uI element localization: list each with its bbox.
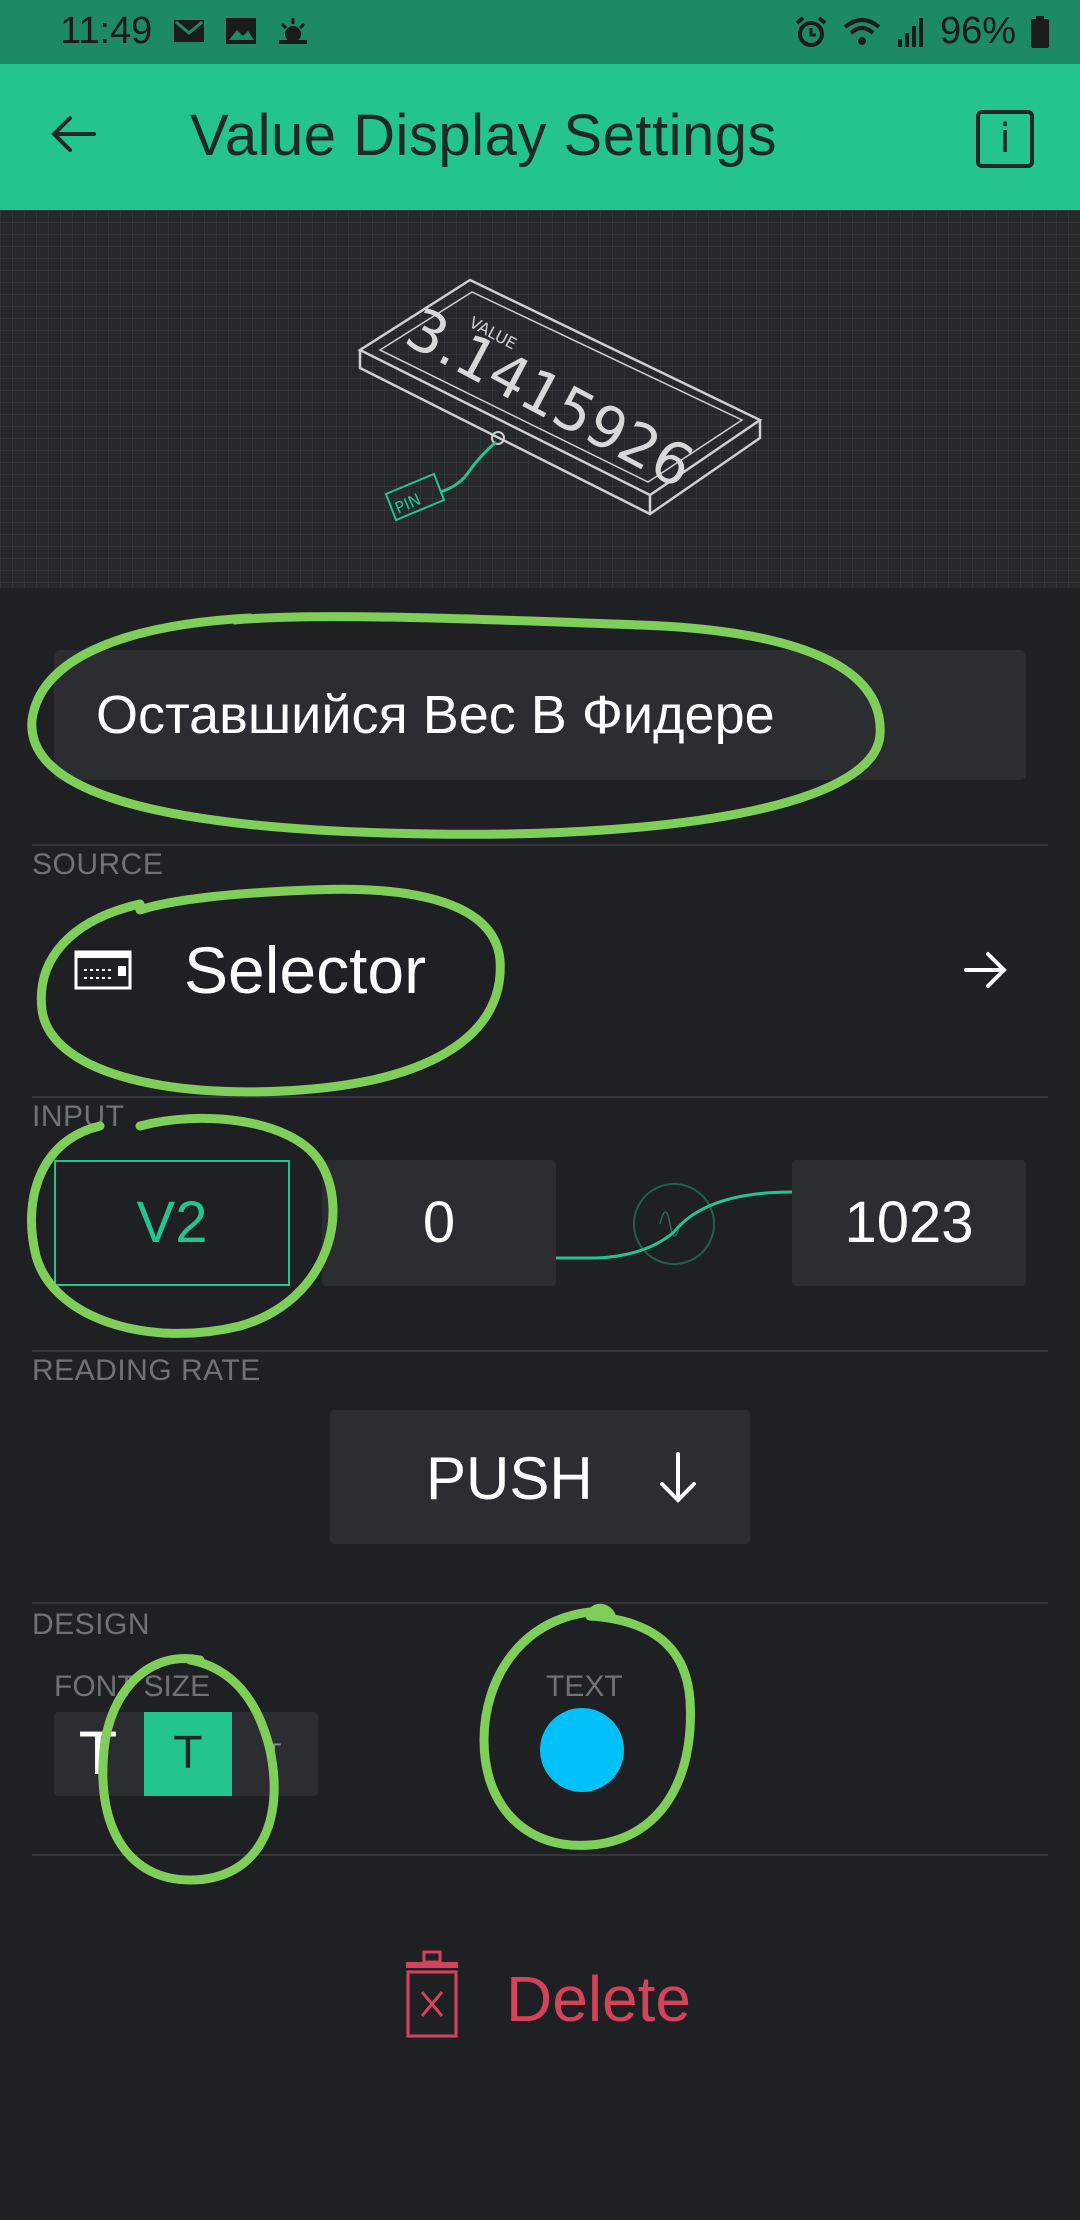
battery-icon xyxy=(1031,15,1049,48)
svg-text:3.1415926: 3.1415926 xyxy=(395,294,704,501)
widget-preview: VALUE 3.1415926 PIN xyxy=(0,210,1080,588)
status-icons: 96% xyxy=(794,10,1050,53)
status-bar: 11:49 96% xyxy=(0,0,1080,64)
delete-button[interactable]: Delete xyxy=(400,1950,720,2070)
weather-icon xyxy=(279,18,307,44)
pin-selector[interactable]: V2 xyxy=(54,1160,290,1286)
divider xyxy=(32,1854,1048,1856)
alarm-icon xyxy=(795,15,827,47)
wifi-icon xyxy=(843,17,881,45)
font-size-medium[interactable]: T xyxy=(144,1712,232,1796)
arrow-right-icon[interactable] xyxy=(962,946,1010,994)
info-button[interactable]: i xyxy=(976,110,1034,168)
max-value-input[interactable]: 1023 xyxy=(792,1160,1026,1286)
arrow-down-icon xyxy=(660,1452,696,1503)
divider xyxy=(32,844,1048,846)
design-section-label: DESIGN xyxy=(32,1608,151,1641)
reading-rate-dropdown[interactable]: PUSH xyxy=(330,1410,750,1544)
divider xyxy=(32,1350,1048,1352)
min-value-input[interactable]: 0 xyxy=(322,1160,556,1286)
trash-icon xyxy=(406,1950,458,2038)
widget-name-input[interactable]: Оставшийся Вес В Фидере xyxy=(54,650,1026,780)
font-size-label: FONT SIZE xyxy=(54,1670,211,1703)
reading-rate-value: PUSH xyxy=(426,1445,593,1512)
mapping-curve-icon xyxy=(556,1183,792,1265)
source-selector[interactable]: Selector xyxy=(0,900,1080,1040)
divider xyxy=(32,1096,1048,1098)
text-color-label: TEXT xyxy=(546,1670,623,1703)
source-section-label: SOURCE xyxy=(32,848,164,881)
gallery-icon xyxy=(226,18,256,44)
svg-text:PIN: PIN xyxy=(392,490,424,518)
text-color-picker[interactable] xyxy=(540,1708,624,1792)
font-size-small[interactable]: T xyxy=(54,1712,142,1796)
input-section-label: INPUT xyxy=(32,1100,125,1133)
source-value: Selector xyxy=(184,933,427,1007)
signal-icon xyxy=(897,17,923,47)
gmail-icon xyxy=(174,20,204,42)
app-bar: Value Display Settings i xyxy=(0,64,1080,210)
clock: 11:49 xyxy=(60,10,153,52)
font-size-selector: T T T xyxy=(54,1712,318,1796)
device-icon xyxy=(74,950,132,990)
page-title: Value Display Settings xyxy=(190,103,778,168)
value-display-illustration: VALUE 3.1415926 PIN xyxy=(357,278,763,522)
reading-rate-section-label: READING RATE xyxy=(32,1354,261,1387)
battery-level: 96% xyxy=(939,10,1016,52)
divider xyxy=(32,1602,1048,1604)
font-size-large[interactable]: T xyxy=(230,1712,318,1796)
back-arrow-icon[interactable] xyxy=(44,104,104,164)
delete-label: Delete xyxy=(506,1963,691,2035)
